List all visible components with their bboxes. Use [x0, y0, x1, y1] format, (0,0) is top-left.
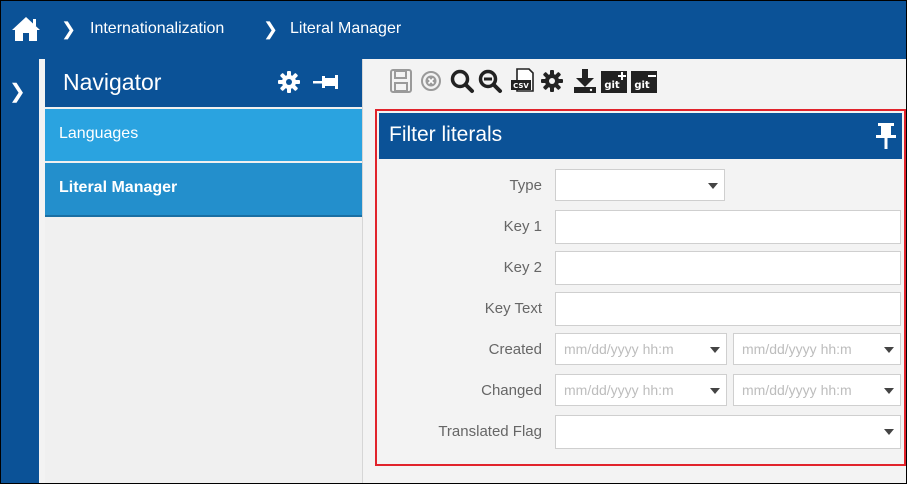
- key-text-label: Key Text: [484, 300, 542, 317]
- key-text-input[interactable]: [555, 292, 901, 326]
- csv-export-icon[interactable]: CSV: [509, 67, 535, 95]
- key2-input[interactable]: [555, 251, 901, 285]
- nav-item-label: Languages: [59, 125, 139, 142]
- pin-icon[interactable]: [313, 72, 339, 92]
- changed-to-input[interactable]: mm/dd/yyyy hh:m: [733, 374, 901, 406]
- translated-flag-label: Translated Flag: [438, 423, 542, 440]
- chevron-right-icon[interactable]: ❯: [9, 79, 26, 104]
- created-from-placeholder: mm/dd/yyyy hh:m: [564, 341, 674, 357]
- key1-input[interactable]: [555, 210, 901, 244]
- created-label: Created: [488, 341, 542, 358]
- navigator-panel: Navigator Languages Literal Manager: [45, 59, 363, 483]
- filter-panel-title: Filter literals: [389, 123, 503, 146]
- download-icon[interactable]: [573, 67, 597, 95]
- breadcrumb-item[interactable]: Internationalization: [90, 20, 224, 38]
- chevron-down-icon[interactable]: [710, 347, 720, 353]
- breadcrumb-item-current[interactable]: Literal Manager: [290, 20, 401, 38]
- home-icon[interactable]: [11, 15, 41, 43]
- created-to-input[interactable]: mm/dd/yyyy hh:m: [733, 333, 901, 365]
- chevron-right-icon: ❯: [61, 19, 77, 39]
- main-content: CSV git git Filter literals Type Key 1 K…: [363, 59, 906, 483]
- svg-text:git: git: [604, 80, 620, 91]
- settings-icon[interactable]: [539, 67, 565, 95]
- filter-panel: Filter literals Type Key 1 Key 2 Key Tex…: [375, 109, 906, 466]
- chevron-right-icon: ❯: [263, 19, 279, 39]
- created-to-placeholder: mm/dd/yyyy hh:m: [742, 341, 852, 357]
- app-window: ❯ Internationalization ❯ Literal Manager…: [0, 0, 907, 484]
- navigator-title: Navigator: [63, 69, 162, 95]
- pin-icon[interactable]: [876, 123, 896, 149]
- chevron-down-icon[interactable]: [884, 388, 894, 394]
- key2-label: Key 2: [503, 259, 542, 276]
- chevron-down-icon[interactable]: [710, 388, 720, 394]
- filter-panel-header: Filter literals: [379, 113, 902, 159]
- gear-icon[interactable]: [277, 70, 301, 94]
- zoom-out-icon[interactable]: [477, 67, 503, 95]
- svg-text:git: git: [634, 80, 650, 91]
- nav-item-label: Literal Manager: [59, 179, 178, 196]
- translated-flag-select[interactable]: [555, 415, 901, 449]
- chevron-down-icon: [708, 183, 718, 189]
- navigator-rail: ❯: [1, 59, 39, 483]
- breadcrumb: ❯ Internationalization ❯ Literal Manager: [1, 1, 906, 59]
- created-from-input[interactable]: mm/dd/yyyy hh:m: [555, 333, 727, 365]
- chevron-down-icon[interactable]: [884, 347, 894, 353]
- changed-label: Changed: [481, 382, 542, 399]
- svg-text:CSV: CSV: [513, 82, 529, 90]
- type-label: Type: [509, 177, 542, 194]
- navigator-header: Navigator: [45, 59, 362, 107]
- git-add-icon[interactable]: git: [601, 67, 627, 95]
- nav-item-languages[interactable]: Languages: [45, 109, 362, 161]
- type-select[interactable]: [555, 169, 725, 201]
- changed-to-placeholder: mm/dd/yyyy hh:m: [742, 382, 852, 398]
- save-icon[interactable]: [389, 67, 413, 95]
- key1-label: Key 1: [503, 218, 542, 235]
- git-remove-icon[interactable]: git: [631, 67, 657, 95]
- changed-from-input[interactable]: mm/dd/yyyy hh:m: [555, 374, 727, 406]
- nav-item-literal-manager[interactable]: Literal Manager: [45, 163, 362, 217]
- changed-from-placeholder: mm/dd/yyyy hh:m: [564, 382, 674, 398]
- cancel-icon[interactable]: [419, 67, 443, 95]
- search-icon[interactable]: [449, 67, 475, 95]
- chevron-down-icon: [884, 429, 894, 435]
